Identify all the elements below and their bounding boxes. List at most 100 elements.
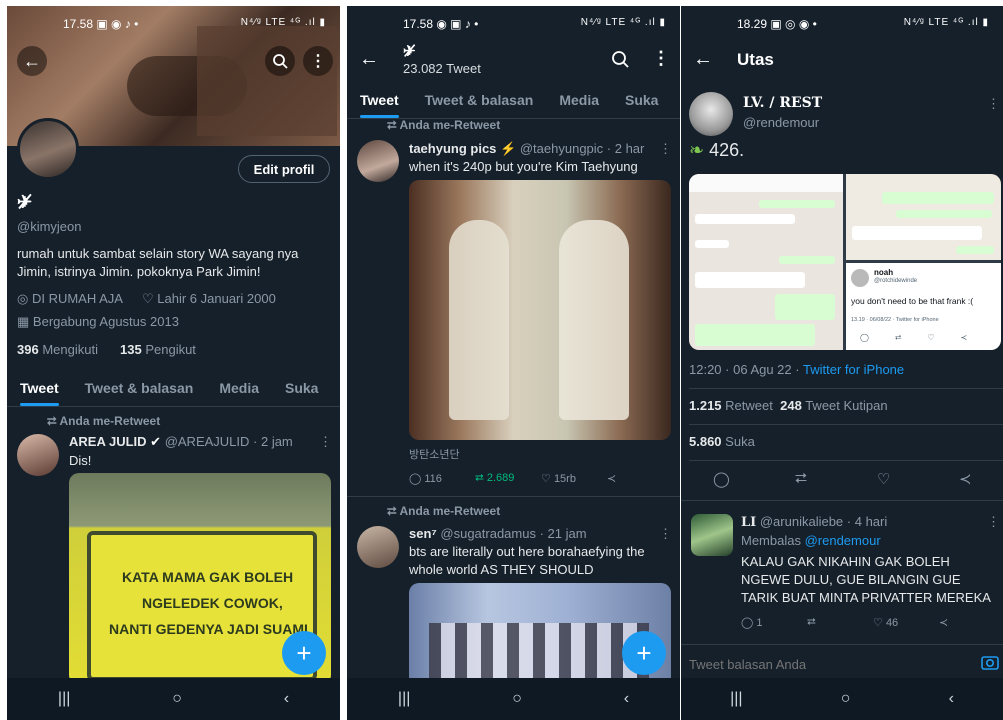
tab-media[interactable]: Media — [219, 380, 259, 406]
retweet-icon: ⮂ — [47, 414, 57, 428]
recent-apps-icon[interactable]: ||| — [58, 690, 70, 708]
share-icon: ≺ — [607, 473, 617, 485]
tab-tweet[interactable]: Tweet — [360, 92, 399, 118]
tweet-author-avatar[interactable] — [357, 140, 399, 182]
tweet-author-avatar[interactable] — [357, 526, 399, 568]
recent-apps-icon[interactable]: ||| — [398, 690, 410, 708]
tab-tweet-replies[interactable]: Tweet & balasan — [85, 380, 194, 406]
tweet-more-icon[interactable]: ⋮ — [987, 96, 1000, 112]
share-icon: ≺ — [939, 617, 949, 629]
retweets-count[interactable]: 1.215 — [689, 398, 722, 413]
system-nav-bar: ||| ○ ‹ — [7, 678, 340, 720]
tweet-header: sen⁷ @sugatradamus · 21 jam — [409, 526, 587, 541]
tweet-text-line-2: whole world AS THEY SHOULD — [409, 562, 594, 577]
profile-birthdate: ♡ Lahir 6 Januari 2000 — [142, 291, 276, 307]
profile-tabs: Tweet Tweet & balasan Media Suka — [7, 380, 340, 407]
tab-tweet-replies[interactable]: Tweet & balasan — [425, 92, 534, 118]
share-icon[interactable]: ≺ — [959, 470, 972, 488]
more-options-button[interactable]: ⋮ — [652, 48, 670, 69]
tweet-author-handle[interactable]: @sugatradamus — [440, 526, 536, 541]
home-icon[interactable]: ○ — [512, 690, 522, 708]
calendar-icon: ▦ — [17, 314, 30, 329]
heart-icon[interactable]: ♡ — [877, 470, 959, 488]
reply-author-name[interactable]: LI — [741, 515, 756, 530]
back-button[interactable]: ← — [17, 46, 47, 76]
sign-text-line-1: KATA MAMA GAK BOLEH — [122, 569, 294, 585]
retweet-icon[interactable]: ⮂ — [795, 470, 877, 488]
reply-author-handle[interactable]: @arunikaliebe — [760, 514, 843, 529]
tab-likes[interactable]: Suka — [625, 92, 658, 118]
profile-name: ✈̸ — [17, 192, 33, 212]
arrow-left-icon: ← — [359, 48, 379, 70]
reply-button[interactable]: ◯ 116 — [409, 472, 475, 485]
share-button[interactable]: ≺ — [939, 616, 948, 629]
share-button[interactable]: ≺ — [607, 472, 616, 485]
tweet-author-avatar[interactable] — [689, 92, 733, 136]
tab-media[interactable]: Media — [559, 92, 599, 118]
retweet-button[interactable]: ⮂ — [807, 616, 873, 629]
tweet-more-icon[interactable]: ⋮ — [659, 526, 672, 542]
system-back-icon[interactable]: ‹ — [949, 690, 954, 708]
reply-count: 1 — [756, 617, 763, 629]
recent-apps-icon[interactable]: ||| — [730, 690, 742, 708]
profile-joined: ▦ Bergabung Agustus 2013 — [17, 314, 179, 330]
edit-profile-button[interactable]: Edit profil — [238, 155, 330, 183]
retweet-count: 2.689 — [486, 472, 515, 484]
tweet-author-handle[interactable]: @AREAJULID — [165, 434, 250, 449]
tweet-image-photo[interactable] — [409, 180, 671, 440]
reply-author-avatar[interactable] — [691, 514, 733, 556]
following-link[interactable]: 396 Mengikuti — [17, 342, 98, 357]
tweet-author-handle[interactable]: @taehyungpic — [520, 141, 603, 156]
search-button[interactable] — [611, 50, 629, 73]
camera-button[interactable] — [981, 654, 999, 675]
tab-tweet[interactable]: Tweet — [20, 380, 59, 406]
tweet-more-icon[interactable]: ⋮ — [659, 141, 672, 157]
replying-to-handle[interactable]: @rendemour — [805, 533, 881, 548]
tweet-author-handle[interactable]: @rendemour — [743, 115, 819, 130]
reply-button[interactable]: ◯ 1 — [741, 616, 807, 629]
lightning-icon: ⚡ — [500, 141, 517, 156]
tweet-source-link[interactable]: Twitter for iPhone — [803, 362, 904, 377]
tweet-author-name[interactable]: AREA JULID — [69, 434, 147, 449]
plus-icon: + — [296, 637, 312, 668]
search-button[interactable] — [265, 46, 295, 76]
tweet-author-name[interactable]: LV. / REST — [743, 95, 822, 111]
tab-likes[interactable]: Suka — [285, 380, 318, 406]
system-back-icon[interactable]: ‹ — [284, 690, 289, 708]
tweet-author-avatar[interactable] — [17, 434, 59, 476]
compose-tweet-button[interactable]: + — [622, 631, 666, 675]
profile-bio-line-2: Jimin, istrinya Jimin. pokoknya Park Jim… — [17, 264, 261, 279]
home-icon[interactable]: ○ — [841, 690, 851, 708]
quote-tweets-count[interactable]: 248 — [780, 398, 802, 413]
followers-count: 135 — [120, 342, 142, 357]
more-options-button[interactable]: ⋮ — [303, 46, 333, 76]
like-button[interactable]: ♡ 15rb — [541, 472, 607, 485]
profile-avatar[interactable] — [17, 118, 79, 180]
tweet-author-name[interactable]: sen⁷ — [409, 526, 437, 541]
tweet-more-icon[interactable]: ⋮ — [319, 434, 332, 450]
retweet-icon: ⮂ — [387, 118, 397, 132]
divider — [681, 500, 1003, 501]
reply-input[interactable] — [689, 652, 969, 676]
home-icon[interactable]: ○ — [172, 690, 182, 708]
tweet-image-grid[interactable]: noah @rotchidewinde you don't need to be… — [689, 174, 1001, 350]
back-button[interactable]: ← — [359, 48, 379, 71]
tweet-header: AREA JULID ✔ @AREAJULID · 2 jam — [69, 434, 293, 450]
followers-link[interactable]: 135 Pengikut — [120, 342, 196, 357]
tweet-likes-row[interactable]: 5.860 Suka — [689, 434, 755, 449]
reply-icon[interactable]: ◯ — [713, 470, 795, 488]
search-icon — [612, 51, 629, 68]
like-button[interactable]: ♡ 46 — [873, 616, 939, 629]
tweet-author-name[interactable]: taehyung pics — [409, 141, 496, 156]
divider — [347, 496, 680, 497]
divider — [689, 460, 1003, 461]
status-bar: 17.58 ◉ ▣ ♪ • N⁴⁄ᵍ LTE ⁴ᴳ .ıl ▮ — [347, 6, 680, 40]
reply-more-icon[interactable]: ⋮ — [987, 514, 1000, 530]
reply-text-line-2: NGEWE DULU, GUE BILANGIN GUE — [741, 572, 961, 587]
edit-profile-label: Edit profil — [253, 161, 315, 177]
retweet-button[interactable]: ⮂ 2.689 — [475, 472, 541, 485]
retweet-indicator: ⮂ Anda me-Retweet — [387, 504, 500, 519]
system-back-icon[interactable]: ‹ — [624, 690, 629, 708]
back-button[interactable]: ← — [693, 48, 713, 71]
compose-tweet-button[interactable]: + — [282, 631, 326, 675]
